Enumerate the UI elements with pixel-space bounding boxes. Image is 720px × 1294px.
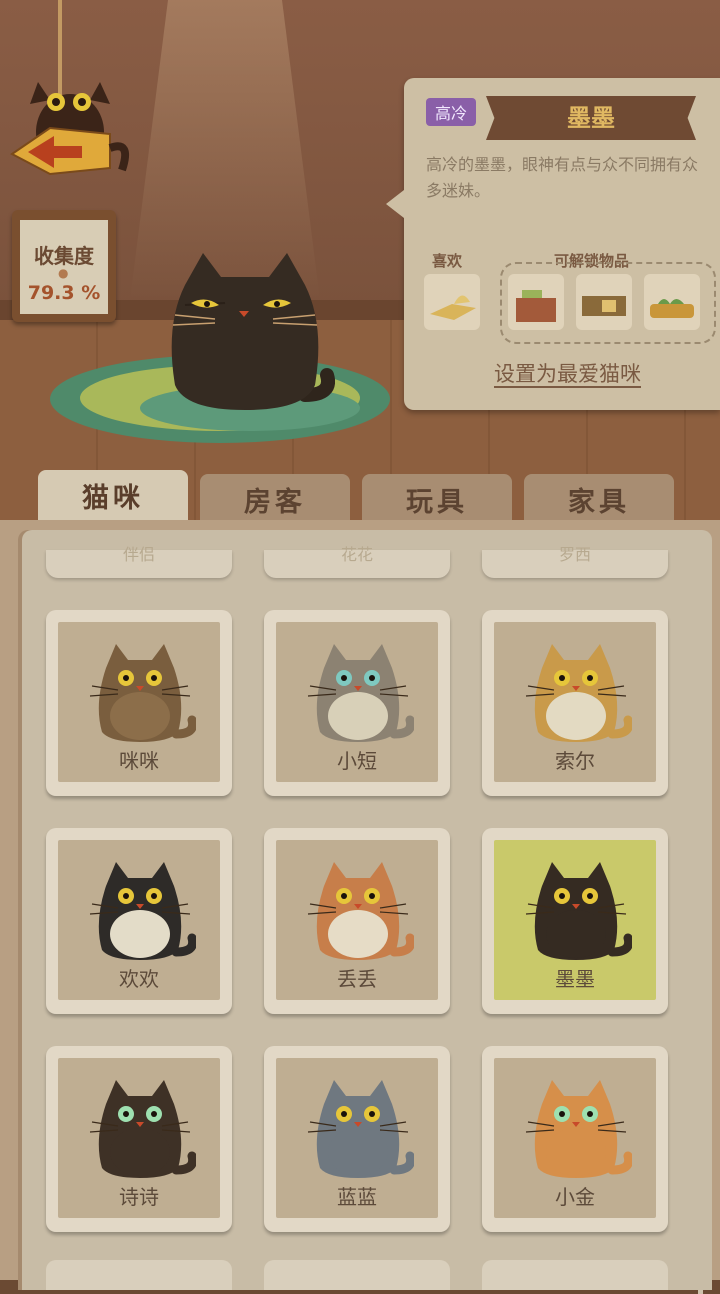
cat-card-name: 索尔 xyxy=(555,749,595,773)
cat-card[interactable]: 丢丢 xyxy=(264,828,450,1014)
collection-board: 收集度 ● 79.3 % xyxy=(12,210,116,322)
cat-name: 墨墨 xyxy=(567,104,615,132)
cat-card[interactable]: 诗诗 xyxy=(46,1046,232,1232)
cat-portrait-icon xyxy=(307,1080,414,1178)
cat-portrait-icon xyxy=(525,1080,632,1178)
cat-description: 高冷的墨墨，眼神有点与众不同拥有众多迷妹。 xyxy=(426,155,699,200)
partial-card[interactable] xyxy=(46,1260,232,1290)
cat-card-name: 欢欢 xyxy=(119,967,159,991)
cat-portrait-icon xyxy=(525,862,632,960)
unlock-item-desk[interactable] xyxy=(508,274,564,330)
cat-card-name: 丢丢 xyxy=(337,967,377,991)
cat-portrait-icon xyxy=(525,644,632,742)
partial-card[interactable]: 花花 xyxy=(264,547,450,578)
partial-card[interactable]: 伴侣 xyxy=(46,547,232,578)
cat-card[interactable]: 索尔 xyxy=(482,610,668,796)
cat-card[interactable]: 咪咪 xyxy=(46,610,232,796)
collection-value: 79.3 % xyxy=(27,282,101,304)
partial-card[interactable] xyxy=(264,1260,450,1290)
cat-card-name: 小短 xyxy=(337,749,377,773)
selected-cat-figure xyxy=(171,253,335,410)
bed-icon xyxy=(430,295,476,320)
liked-bed-item[interactable] xyxy=(424,274,480,330)
partial-card[interactable]: 罗西 xyxy=(482,547,668,578)
unlock-item-planter[interactable] xyxy=(644,274,700,330)
cat-card-frame: 小金 xyxy=(494,1058,656,1218)
cat-card-name: 墨墨 xyxy=(555,967,595,991)
cat-card[interactable]: 墨墨 xyxy=(482,828,668,1014)
cat-card[interactable]: 小金 xyxy=(482,1046,668,1232)
collection-paper: 收集度 ● 79.3 % xyxy=(20,220,108,314)
paw-icon: ● xyxy=(58,266,69,280)
book: 伴侣 花花 罗西 咪咪 小短 索尔欢欢 丢丢 墨墨诗诗 蓝蓝 小金 xyxy=(0,520,720,1294)
cat-card-name: 咪咪 xyxy=(119,749,159,773)
cat-card-name: 诗诗 xyxy=(119,1185,159,1209)
cat-card-frame: 蓝蓝 xyxy=(276,1058,438,1218)
unlock-item-toolbox[interactable] xyxy=(576,274,632,330)
cat-card-name: 小金 xyxy=(555,1185,595,1209)
cat-card-frame: 丢丢 xyxy=(276,840,438,1000)
cat-card[interactable]: 蓝蓝 xyxy=(264,1046,450,1232)
cat-portrait-icon xyxy=(307,644,414,742)
cat-portrait-icon xyxy=(89,862,196,960)
cat-card-frame: 诗诗 xyxy=(58,1058,220,1218)
cat-card-frame: 欢欢 xyxy=(58,840,220,1000)
book-page: 伴侣 花花 罗西 咪咪 小短 索尔欢欢 丢丢 墨墨诗诗 蓝蓝 小金 xyxy=(22,530,712,1290)
cat-card-frame: 索尔 xyxy=(494,622,656,782)
collection-title: 收集度 xyxy=(34,244,94,268)
back-arrow-icon xyxy=(10,82,129,176)
back-button[interactable] xyxy=(10,70,130,190)
cat-card-frame: 咪咪 xyxy=(58,622,220,782)
toolbox-icon xyxy=(582,296,626,316)
cat-portrait-icon xyxy=(89,1080,196,1178)
planter-icon xyxy=(650,299,694,318)
cat-portrait-icon xyxy=(307,862,414,960)
cat-name-banner: 墨墨 xyxy=(486,96,696,140)
cat-card-frame: 小短 xyxy=(276,622,438,782)
partial-card[interactable] xyxy=(482,1260,668,1290)
cat-card[interactable]: 欢欢 xyxy=(46,828,232,1014)
cat-info-panel: 高冷 墨墨 高冷的墨墨，眼神有点与众不同拥有众多迷妹。 喜欢 可解锁物品 设置为… xyxy=(386,78,720,410)
cat-card-name: 蓝蓝 xyxy=(337,1185,377,1209)
cat-card-frame: 墨墨 xyxy=(494,840,656,1000)
desk-icon xyxy=(516,290,556,322)
cat-card[interactable]: 小短 xyxy=(264,610,450,796)
set-favorite-button[interactable]: 设置为最爱猫咪 xyxy=(494,358,641,388)
trait-badge: 高冷 xyxy=(426,98,477,126)
cat-portrait-icon xyxy=(89,644,196,742)
likes-label: 喜欢 xyxy=(432,252,463,270)
